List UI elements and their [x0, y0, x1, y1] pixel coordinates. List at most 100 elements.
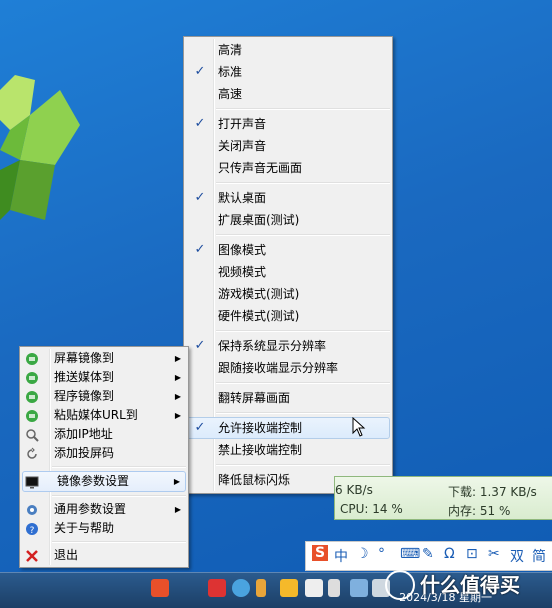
submenu-item[interactable]: 高速 [184, 83, 392, 105]
ime-button[interactable]: ⌨ [400, 546, 420, 562]
tray-menu-item[interactable]: 添加投屏码 [20, 444, 188, 463]
ime-toolbar: S 中 ☽ ° ⌨ ✎ Ω ⊡ ✂ 双简 [305, 541, 552, 571]
submenu-item-label: 高清 [218, 43, 243, 57]
sogou-tray-icon[interactable] [151, 579, 169, 597]
submenu-item[interactable]: 扩展桌面(测试) [184, 209, 392, 231]
submenu-item[interactable]: ✓ 标准 [184, 61, 392, 83]
tray-menu-item[interactable]: 程序镜像到 ▶ [20, 387, 188, 406]
shield-tray-icon[interactable] [280, 579, 298, 597]
watermark-text: 什么值得买 [420, 573, 520, 597]
submenu-item-label: 跟随接收端显示分辨率 [218, 361, 339, 375]
menu-separator [216, 382, 390, 384]
checkmark-icon: ✓ [194, 64, 206, 79]
submenu-arrow-icon: ▶ [174, 392, 181, 401]
submenu-item[interactable]: ✓ 保持系统显示分辨率 [184, 335, 392, 357]
submenu-item-label: 游戏模式(测试) [218, 287, 300, 301]
submenu-item[interactable]: 视频模式 [184, 261, 392, 283]
submenu-arrow-icon: ▶ [174, 505, 181, 514]
submenu-item-label: 保持系统显示分辨率 [218, 339, 327, 353]
submenu-item-label: 标准 [218, 65, 243, 79]
tray-menu-item-label: 镜像参数设置 [57, 474, 130, 488]
submenu-item-label: 默认桌面 [218, 191, 267, 205]
memory-usage: 内存: 51 % [448, 504, 511, 518]
submenu-item-label: 高速 [218, 87, 243, 101]
submenu-item[interactable]: 关闭声音 [184, 135, 392, 157]
tray-menu-item[interactable]: ? 关于与帮助 [20, 519, 188, 538]
submenu-item-label: 翻转屏幕画面 [218, 391, 291, 405]
battery-tray-icon[interactable] [328, 579, 340, 597]
menu-separator [52, 541, 186, 543]
submenu-item[interactable]: 只传声音无画面 [184, 157, 392, 179]
ime-button[interactable]: 中 [334, 546, 348, 566]
tray-menu-item-label: 关于与帮助 [54, 521, 115, 535]
submenu-arrow-icon: ▶ [174, 354, 181, 363]
tray-menu-item-label: 添加IP地址 [54, 427, 113, 441]
usb-tray-icon[interactable] [256, 579, 266, 597]
ime-button[interactable]: ✎ [422, 546, 434, 562]
tray-menu-item-label: 粘贴媒体URL到 [54, 408, 138, 422]
help-icon: ? [25, 522, 39, 536]
tray-menu-item[interactable]: 镜像参数设置 ▶ [22, 471, 186, 492]
download-speed: 下载: 1.37 KB/s [448, 485, 537, 499]
ime-button[interactable]: Ω [444, 546, 455, 562]
tray-menu-item[interactable]: 粘贴媒体URL到 ▶ [20, 406, 188, 425]
checkmark-icon: ✓ [194, 420, 206, 435]
refresh-icon [25, 447, 39, 461]
checkmark-icon: ✓ [194, 338, 206, 353]
submenu-item-label: 禁止接收端控制 [218, 443, 303, 457]
ime-button[interactable]: ° [378, 546, 385, 562]
menu-separator [52, 466, 186, 468]
upload-speed: 6 KB/s [335, 483, 373, 497]
watermark-logo-icon [385, 570, 415, 600]
ime-button[interactable]: ✂ [488, 546, 500, 562]
submenu-item-label: 硬件模式(测试) [218, 309, 300, 323]
menu-separator [216, 234, 390, 236]
tray-menu-item[interactable]: 退出 [20, 546, 188, 565]
submenu-item[interactable]: 高清 [184, 39, 392, 61]
magnifier-icon [25, 428, 39, 442]
desktop-wallpaper-art [0, 75, 80, 220]
tray-menu-item[interactable]: 屏幕镜像到 ▶ [20, 349, 188, 368]
flag-tray-icon[interactable] [305, 579, 323, 597]
tray-menu-item[interactable]: 通用参数设置 ▶ [20, 500, 188, 519]
network-monitor-widget: 6 KB/s 下载: 1.37 KB/s CPU: 14 % 内存: 51 % [334, 476, 552, 520]
menu-separator [216, 412, 390, 414]
tray-menu-item[interactable]: 推送媒体到 ▶ [20, 368, 188, 387]
submenu-arrow-icon: ▶ [174, 373, 181, 382]
submenu-item[interactable]: 禁止接收端控制 [184, 439, 392, 461]
submenu-arrow-icon: ▶ [174, 411, 181, 420]
ime-button[interactable]: ⊡ [466, 546, 478, 562]
ime-button[interactable]: ☽ [356, 546, 369, 562]
close-icon [25, 549, 39, 563]
submenu-item-label: 打开声音 [218, 117, 267, 131]
tray-menu-item-label: 退出 [54, 548, 79, 562]
menu-separator [216, 108, 390, 110]
audio-tray-icon[interactable] [232, 579, 250, 597]
checkmark-icon: ✓ [194, 190, 206, 205]
network-tray-icon[interactable] [350, 579, 368, 597]
ime-button[interactable]: 简 [532, 546, 546, 566]
ime-button[interactable]: S [312, 545, 329, 561]
submenu-item[interactable]: ✓ 默认桌面 [184, 187, 392, 209]
checkmark-icon: ✓ [194, 116, 206, 131]
submenu-arrow-icon: ▶ [173, 477, 180, 486]
app-tray-icon[interactable] [208, 579, 226, 597]
cpu-usage: CPU: 14 % [340, 502, 403, 516]
submenu-item[interactable]: 翻转屏幕画面 [184, 387, 392, 409]
mirror-icon [25, 390, 39, 404]
ime-button[interactable]: 双 [510, 546, 524, 566]
menu-separator [216, 182, 390, 184]
tray-menu-item[interactable]: 添加IP地址 [20, 425, 188, 444]
submenu-item-label: 降低鼠标闪烁 [218, 473, 291, 487]
mouse-cursor-icon [352, 417, 366, 437]
gear-icon [25, 503, 39, 517]
submenu-item[interactable]: 硬件模式(测试) [184, 305, 392, 327]
svg-text:?: ? [30, 526, 35, 536]
submenu-item[interactable]: ✓ 打开声音 [184, 113, 392, 135]
menu-separator [216, 330, 390, 332]
submenu-item[interactable]: 游戏模式(测试) [184, 283, 392, 305]
submenu-item[interactable]: ✓ 图像模式 [184, 239, 392, 261]
menu-separator [216, 464, 390, 466]
submenu-item[interactable]: 跟随接收端显示分辨率 [184, 357, 392, 379]
submenu-item-label: 允许接收端控制 [218, 421, 303, 435]
